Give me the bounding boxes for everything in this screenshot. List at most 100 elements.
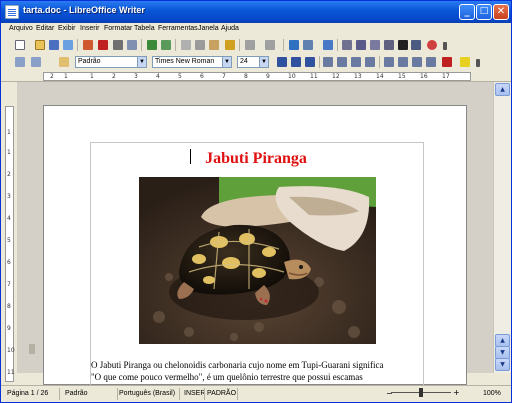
- show-draw-functions-icon[interactable]: [323, 40, 333, 50]
- print-icon[interactable]: [113, 40, 123, 50]
- menu-janela[interactable]: Janela: [198, 25, 219, 32]
- zoom-icon[interactable]: [411, 40, 421, 50]
- document-area[interactable]: Jabuti Piranga O Jabuti Piranga ou chelo…: [17, 82, 493, 390]
- justify-icon[interactable]: [365, 57, 375, 67]
- email-icon[interactable]: [63, 40, 73, 50]
- increase-indent-icon[interactable]: [426, 57, 436, 67]
- gallery-icon[interactable]: [370, 40, 380, 50]
- zoom-slider-handle[interactable]: [419, 388, 423, 397]
- bold-icon[interactable]: [277, 57, 287, 67]
- vertical-scrollbar[interactable]: ▲ ▲ ▼ ▼: [493, 82, 511, 373]
- export-pdf-icon[interactable]: [98, 40, 108, 50]
- title-bar[interactable]: tarta.doc - LibreOffice Writer _ □ ✕: [1, 1, 511, 23]
- ruler-mark: 17: [442, 73, 450, 80]
- scroll-down-button[interactable]: ▼: [495, 358, 510, 371]
- ruler-mark: 1: [7, 149, 11, 156]
- zoom-in-icon[interactable]: +: [453, 388, 460, 397]
- undo-icon[interactable]: [245, 40, 255, 50]
- help-icon[interactable]: [427, 40, 437, 50]
- font-name-select[interactable]: Times New Roman ▼: [152, 56, 232, 68]
- ruler-mark: 8: [7, 303, 11, 310]
- data-sources-icon[interactable]: [384, 40, 394, 50]
- insert-mode-indicator[interactable]: INSER: [184, 390, 205, 397]
- font-size-select[interactable]: 24 ▼: [237, 56, 269, 68]
- ruler-mark: 15: [398, 73, 406, 80]
- language-indicator[interactable]: Português (Brasil): [119, 390, 175, 397]
- ruler-mark: 6: [200, 73, 204, 80]
- align-center-icon[interactable]: [337, 57, 347, 67]
- page-indicator[interactable]: Página 1 / 26: [7, 390, 48, 397]
- edit-file-icon[interactable]: [83, 40, 93, 50]
- bullets-icon[interactable]: [398, 57, 408, 67]
- chevron-down-icon[interactable]: ▼: [259, 57, 268, 67]
- ruler-mark: 6: [7, 259, 11, 266]
- table-icon[interactable]: [303, 40, 313, 50]
- ruler-mark: 1: [7, 129, 11, 136]
- ruler-mark: 8: [244, 73, 248, 80]
- spellcheck-icon[interactable]: [147, 40, 157, 50]
- copy-icon[interactable]: [195, 40, 205, 50]
- font-color-icon[interactable]: [442, 57, 452, 67]
- page-style-indicator[interactable]: Padrão: [65, 390, 88, 397]
- menu-inserir[interactable]: Inserir: [80, 25, 99, 32]
- menu-editar[interactable]: Editar: [36, 25, 54, 32]
- toolbar-options-icon[interactable]: [476, 59, 480, 67]
- autospell-icon[interactable]: [161, 40, 171, 50]
- chevron-down-icon[interactable]: ▼: [137, 57, 146, 67]
- menu-tabela[interactable]: Tabela: [134, 25, 155, 32]
- highlighting-icon[interactable]: [460, 57, 470, 67]
- zoom-out-icon[interactable]: −: [386, 389, 393, 398]
- forward-icon[interactable]: [31, 57, 41, 67]
- minimize-button[interactable]: _: [459, 4, 475, 20]
- paste-icon[interactable]: [209, 40, 219, 50]
- app-window: tarta.doc - LibreOffice Writer _ □ ✕ Arq…: [0, 0, 512, 403]
- vertical-ruler[interactable]: 1 1 2 3 4 5 6 7 8 9 10 11: [1, 82, 17, 382]
- status-bar: Página 1 / 26 Padrão Português (Brasil) …: [1, 385, 511, 402]
- scroll-up-button[interactable]: ▲: [495, 83, 510, 96]
- paragraph-marker: [29, 344, 35, 354]
- italic-icon[interactable]: [291, 57, 301, 67]
- document-page[interactable]: Jabuti Piranga O Jabuti Piranga ou chelo…: [43, 105, 467, 390]
- new-document-icon[interactable]: [15, 40, 25, 50]
- numbering-icon[interactable]: [384, 57, 394, 67]
- back-icon[interactable]: [15, 57, 25, 67]
- ruler-mark: 13: [354, 73, 362, 80]
- tortoise-photo[interactable]: [139, 177, 376, 344]
- formatting-toolbar: Padrão ▼ Times New Roman ▼ 24 ▼: [1, 54, 511, 70]
- maximize-button[interactable]: □: [476, 4, 492, 20]
- redo-icon[interactable]: [265, 40, 275, 50]
- underline-icon[interactable]: [305, 57, 315, 67]
- hyperlink-icon[interactable]: [289, 40, 299, 50]
- menu-exibir[interactable]: Exibir: [58, 25, 76, 32]
- toolbar-options-icon[interactable]: [443, 42, 447, 50]
- horizontal-ruler[interactable]: 2 1 1 2 3 4 5 6 7 8 9 10 11 12 13 14 15 …: [1, 71, 511, 82]
- close-button[interactable]: ✕: [493, 4, 509, 20]
- writer-app-icon[interactable]: [5, 5, 19, 19]
- menu-ajuda[interactable]: Ajuda: [221, 25, 239, 32]
- navigator-icon[interactable]: [356, 40, 366, 50]
- find-replace-icon[interactable]: [342, 40, 352, 50]
- chevron-down-icon[interactable]: ▼: [222, 57, 231, 67]
- ruler-mark: 7: [7, 281, 11, 288]
- styles-formatting-icon[interactable]: [59, 57, 69, 67]
- zoom-level[interactable]: 100%: [483, 390, 501, 397]
- align-left-icon[interactable]: [323, 57, 333, 67]
- align-right-icon[interactable]: [351, 57, 361, 67]
- paragraph-style-select[interactable]: Padrão ▼: [75, 56, 147, 68]
- cut-icon[interactable]: [181, 40, 191, 50]
- menu-arquivo[interactable]: Arquivo: [9, 25, 33, 32]
- paragraph-line: O Jabuti Piranga ou chelonoidis carbonar…: [91, 360, 384, 370]
- print-preview-icon[interactable]: [127, 40, 137, 50]
- ruler-mark: 5: [7, 237, 11, 244]
- selection-mode-indicator[interactable]: PADRÃO: [207, 390, 236, 397]
- menu-ferramentas[interactable]: Ferramentas: [158, 25, 198, 32]
- body-paragraph[interactable]: O Jabuti Piranga ou chelonoidis carbonar…: [91, 359, 425, 383]
- open-folder-icon[interactable]: [35, 40, 45, 50]
- formatting-marks-icon[interactable]: [398, 40, 408, 50]
- ruler-mark: 1: [90, 73, 94, 80]
- menu-formatar[interactable]: Formatar: [104, 25, 132, 32]
- clone-formatting-icon[interactable]: [225, 40, 235, 50]
- save-icon[interactable]: [49, 40, 59, 50]
- ruler-mark: 10: [288, 73, 296, 80]
- decrease-indent-icon[interactable]: [412, 57, 422, 67]
